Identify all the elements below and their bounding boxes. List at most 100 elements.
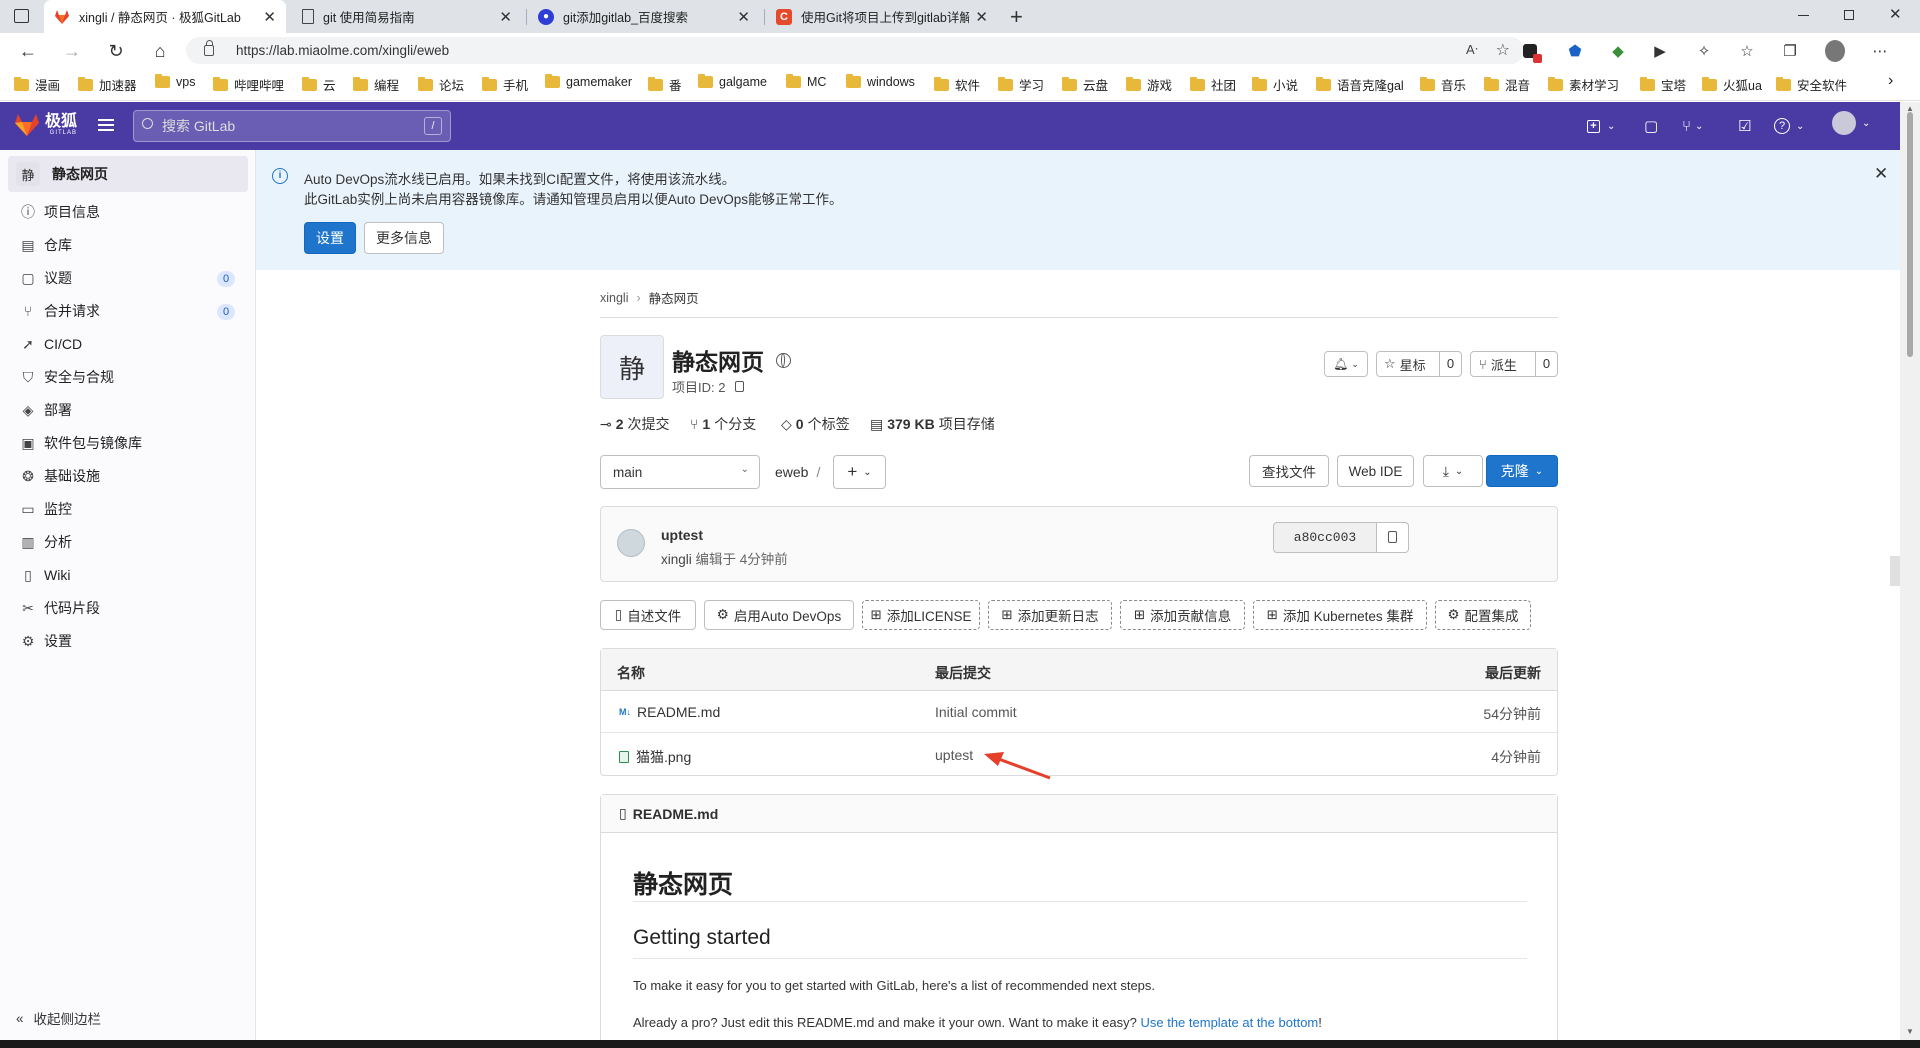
scroll-down-icon[interactable]: ▼ — [1906, 1027, 1914, 1036]
page-scrollbar[interactable]: ▲ ▼ — [1900, 102, 1920, 1042]
notification-dropdown[interactable]: 🔔︎ ⌄ — [1324, 351, 1368, 377]
sidebar-item-packages[interactable]: ▣ 软件包与镜像库 — [20, 428, 240, 458]
bookmark-item[interactable]: 手机 — [482, 75, 528, 94]
bookmark-item[interactable]: windows — [846, 74, 915, 89]
sidebar-item-settings[interactable]: ⚙ 设置 — [20, 626, 240, 656]
extensions-icon[interactable]: ✧ — [1694, 41, 1714, 61]
sidebar-item-repository[interactable]: ▤ 仓库 — [20, 230, 240, 260]
chevron-right-icon[interactable]: › — [1888, 72, 1893, 90]
template-link[interactable]: Use the template at the bottom — [1140, 1015, 1318, 1030]
restore-icon[interactable] — [1844, 10, 1854, 20]
configure-integrations-button[interactable]: ⚙ 配置集成 — [1435, 600, 1531, 630]
stat-branches[interactable]: ⑂ 1 个分支 — [690, 414, 756, 434]
search-input[interactable]: 搜索 GitLab / — [133, 110, 451, 142]
close-icon[interactable]: ✕ — [499, 8, 512, 26]
bookmark-item[interactable]: 漫画 — [14, 75, 60, 94]
new-tab-icon[interactable]: + — [1010, 4, 1023, 30]
copy-icon[interactable] — [735, 381, 745, 392]
tab-actions-icon[interactable] — [14, 9, 29, 23]
bookmark-item[interactable]: 社团 — [1190, 75, 1236, 94]
user-avatar[interactable]: ⌄ — [1832, 111, 1870, 135]
clone-dropdown[interactable]: 克隆 ⌄ — [1486, 455, 1558, 487]
extension-icon[interactable]: ◆ — [1608, 41, 1628, 61]
bookmark-item[interactable]: 游戏 — [1126, 75, 1172, 94]
merge-request-icon[interactable]: ⑂ ⌄ — [1682, 116, 1703, 136]
tab-gitlab[interactable]: xingli / 静态网页 · 极狐GitLab ✕ — [44, 0, 286, 33]
home-icon[interactable]: ⌂ — [146, 38, 174, 64]
extension-icon[interactable]: ⬟ — [1565, 41, 1585, 61]
bookmark-item[interactable]: 语音克隆gal — [1316, 75, 1404, 94]
stat-commits[interactable]: ⊸ 2 次提交 — [600, 414, 670, 434]
table-row[interactable]: M↓ README.md Initial commit 54分钟前 — [601, 691, 1557, 733]
collapse-sidebar-button[interactable]: «收起侧边栏 — [16, 1008, 101, 1028]
breadcrumb-current[interactable]: 静态网页 — [649, 288, 699, 307]
add-changelog-button[interactable]: ⊞ 添加更新日志 — [988, 600, 1112, 630]
star-button[interactable]: ☆ 星标 0 — [1376, 351, 1462, 377]
bookmark-item[interactable]: 安全软件 — [1776, 75, 1847, 94]
sidebar-item-infrastructure[interactable]: ❂ 基础设施 — [20, 461, 240, 491]
favorites-icon[interactable]: ☆ — [1737, 41, 1757, 61]
bookmark-item[interactable]: 音乐 — [1420, 75, 1466, 94]
address-field[interactable]: https://lab.miaolme.com/xingli/eweb Aᐧ ☆ — [186, 37, 1524, 64]
bookmark-item[interactable]: 加速器 — [78, 75, 137, 94]
settings-button[interactable]: 设置 — [304, 222, 356, 254]
favorite-add-icon[interactable]: ☆ — [1496, 40, 1510, 60]
stat-storage[interactable]: ▤ 379 KB 项目存储 — [870, 414, 995, 434]
sidebar-item-deployments[interactable]: ◈ 部署 — [20, 395, 240, 425]
file-name[interactable]: 猫猫.png — [636, 747, 691, 767]
readme-button[interactable]: ▯ 自述文件 — [600, 600, 696, 630]
fork-button[interactable]: ⑂ 派生 0 — [1470, 351, 1558, 377]
enable-auto-devops-button[interactable]: ⚙ 启用Auto DevOps — [704, 600, 854, 630]
readme-filename[interactable]: README.md — [633, 806, 719, 822]
add-kubernetes-button[interactable]: ⊞ 添加 Kubernetes 集群 — [1253, 600, 1427, 630]
commit-sha[interactable]: a80cc003 — [1273, 522, 1377, 553]
collections-icon[interactable]: ❐ — [1780, 41, 1800, 61]
stat-tags[interactable]: ◇ 0 个标签 — [781, 414, 850, 434]
issues-icon[interactable]: ▢ — [1644, 116, 1658, 136]
sidebar-item-monitor[interactable]: ▭ 监控 — [20, 494, 240, 524]
minimize-icon[interactable] — [1798, 15, 1809, 16]
download-dropdown[interactable]: ⤓ ⌄ — [1423, 455, 1483, 487]
bookmark-item[interactable]: 宝塔 — [1640, 75, 1686, 94]
bookmark-item[interactable]: 论坛 — [418, 75, 464, 94]
table-row[interactable]: 猫猫.png uptest 4分钟前 — [601, 734, 1557, 776]
close-icon[interactable]: ✕ — [1874, 164, 1888, 184]
tab-git-guide[interactable]: git 使用简易指南 ✕ — [292, 0, 522, 33]
close-icon[interactable]: ✕ — [263, 8, 276, 26]
bookmark-item[interactable]: MC — [786, 74, 826, 89]
back-icon[interactable]: ← — [14, 38, 42, 64]
bookmark-item[interactable]: galgame — [698, 74, 767, 89]
close-icon[interactable]: ✕ — [737, 8, 750, 26]
play-icon[interactable]: ▶ — [1650, 41, 1670, 61]
bookmark-item[interactable]: 哔哩哔哩 — [213, 75, 284, 94]
bookmark-item[interactable]: 软件 — [934, 75, 980, 94]
bookmark-item[interactable]: vps — [155, 74, 195, 89]
more-icon[interactable]: ⋯ — [1870, 41, 1890, 61]
profile-avatar[interactable] — [1825, 40, 1845, 62]
more-info-button[interactable]: 更多信息 — [364, 222, 444, 254]
sidebar-item-cicd[interactable]: ➚ CI/CD — [20, 329, 240, 359]
branch-selector[interactable]: main ⌄ — [600, 455, 760, 489]
tab-baidu[interactable]: ● git添加gitlab_百度搜索 ✕ — [528, 0, 760, 33]
close-icon[interactable]: ✕ — [975, 8, 988, 26]
breadcrumb-parent[interactable]: xingli — [600, 291, 629, 305]
add-contributing-button[interactable]: ⊞ 添加贡献信息 — [1120, 600, 1245, 630]
bookmark-item[interactable]: 混音 — [1484, 75, 1530, 94]
commit-title[interactable]: uptest — [661, 527, 703, 543]
web-ide-button[interactable]: Web IDE — [1337, 455, 1414, 487]
copy-sha-button[interactable] — [1377, 522, 1409, 553]
help-icon[interactable]: ? ⌄ — [1774, 116, 1804, 136]
file-commit[interactable]: uptest — [935, 747, 973, 763]
bookmark-item[interactable]: 编程 — [353, 75, 399, 94]
new-dropdown-icon[interactable]: + ⌄ — [1587, 116, 1615, 136]
file-name[interactable]: README.md — [637, 704, 720, 720]
bookmark-item[interactable]: 云 — [302, 75, 336, 94]
hamburger-icon[interactable] — [98, 119, 114, 131]
sidebar-project-header[interactable]: 静 静态网页 — [8, 156, 248, 192]
bookmark-item[interactable]: 火狐ua — [1702, 75, 1762, 94]
gitlab-logo[interactable]: 极狐 GITLAB — [14, 113, 77, 137]
extension-icon[interactable] — [1520, 41, 1542, 63]
bookmark-item[interactable]: 番 — [648, 75, 682, 94]
sidebar-item-wiki[interactable]: ▯ Wiki — [20, 560, 240, 590]
add-dropdown[interactable]: + ⌄ — [833, 455, 886, 489]
